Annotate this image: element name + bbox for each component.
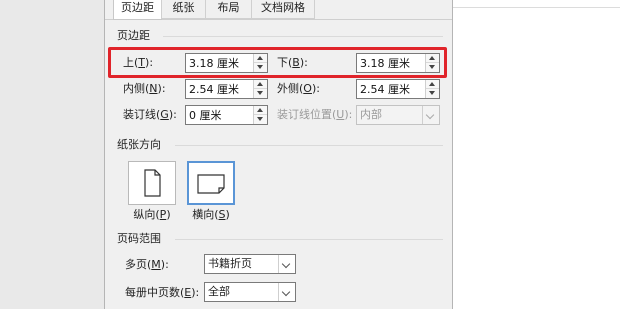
portrait-page-icon — [144, 169, 161, 197]
sheets-per-booklet-label: 每册中页数(E): — [125, 286, 200, 299]
outside-margin-spin-buttons — [425, 80, 439, 98]
sheets-per-booklet-select[interactable]: 全部 — [204, 282, 296, 302]
sheets-per-booklet-value: 全部 — [208, 285, 230, 298]
outside-margin-label: 外侧(O): — [277, 82, 320, 95]
tab-document-grid[interactable]: 文档网格 — [251, 0, 315, 19]
document-page-background — [453, 0, 620, 309]
inside-margin-decrease-button[interactable] — [254, 89, 267, 98]
pages-section-title: 页码范围 — [117, 232, 161, 245]
outside-margin-decrease-button[interactable] — [426, 89, 439, 98]
orientation-section-divider — [175, 145, 443, 146]
outside-margin-increase-button[interactable] — [426, 80, 439, 89]
tab-paper[interactable]: 纸张 — [161, 0, 206, 19]
pages-section-divider — [175, 239, 443, 240]
gutter-spinner — [185, 105, 268, 125]
inside-margin-input[interactable] — [186, 80, 254, 98]
tab-bar: 页边距 纸张 布局 文档网格 — [105, 0, 452, 20]
tab-margins[interactable]: 页边距 — [113, 0, 162, 20]
inside-margin-label: 内侧(N): — [123, 82, 166, 95]
margins-section-divider — [163, 36, 443, 37]
margins-section-title: 页边距 — [117, 29, 150, 42]
document-divider — [453, 7, 620, 8]
inside-margin-increase-button[interactable] — [254, 80, 267, 89]
gutter-label: 装订线(G): — [123, 108, 177, 121]
page-setup-dialog: 页边距 纸张 布局 文档网格 页边距 上(T): 下(B): 内侧(N): — [104, 0, 453, 309]
landscape-button[interactable] — [187, 161, 235, 205]
multiple-pages-label: 多页(M): — [125, 258, 169, 271]
outside-margin-input[interactable] — [357, 80, 426, 98]
gutter-input[interactable] — [186, 106, 254, 124]
landscape-label: 横向(S) — [192, 208, 230, 221]
inside-margin-spin-buttons — [253, 80, 267, 98]
portrait-label: 纵向(P) — [133, 208, 171, 221]
inside-margin-spinner — [185, 79, 268, 99]
gutter-decrease-button[interactable] — [254, 115, 267, 124]
orientation-section-title: 纸张方向 — [117, 138, 161, 151]
gutter-position-label: 装订线位置(U): — [277, 108, 353, 121]
gutter-position-value: 内部 — [360, 108, 382, 121]
chevron-down-icon — [422, 106, 439, 124]
gutter-spin-buttons — [253, 106, 267, 124]
multiple-pages-select[interactable]: 书籍折页 — [204, 254, 296, 274]
chevron-down-icon — [278, 283, 295, 301]
portrait-button[interactable] — [128, 161, 176, 205]
highlight-annotation-box — [108, 47, 447, 78]
multiple-pages-value: 书籍折页 — [208, 257, 252, 270]
chevron-down-icon — [278, 255, 295, 273]
landscape-page-icon — [197, 174, 225, 194]
gutter-increase-button[interactable] — [254, 106, 267, 115]
tab-layout[interactable]: 布局 — [205, 0, 252, 19]
outside-margin-spinner — [356, 79, 440, 99]
gutter-position-select[interactable]: 内部 — [356, 105, 440, 125]
